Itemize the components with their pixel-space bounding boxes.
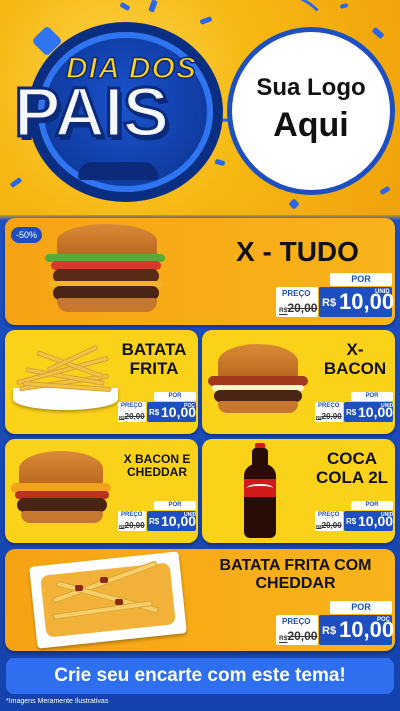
old-price: R$20,00 — [279, 301, 318, 315]
price-tag: POR PREÇO R$20,00 R$ 10,00 POÇ — [276, 601, 394, 647]
confetti — [379, 185, 391, 196]
price-preco: PREÇO — [318, 403, 340, 409]
product-name: COCA COLA 2L — [315, 449, 389, 488]
old-price-box: PREÇO R$20,00 — [118, 511, 146, 531]
price-preco: PREÇO — [282, 617, 311, 626]
new-price-box: R$ 10,00 UNID — [147, 511, 196, 531]
price-unit: UNID — [381, 403, 394, 409]
new-price-box: R$ 10,00 UNID — [344, 402, 393, 422]
old-price-box: PREÇO R$20,00 — [315, 402, 343, 422]
old-price: R$20,00 — [316, 412, 342, 421]
price-por: POR — [154, 501, 196, 510]
discount-badge: -50% — [11, 227, 43, 243]
header-banner: DIA DOS PAIS Sua Logo Aqui — [0, 0, 400, 215]
price-preco: PREÇO — [318, 512, 340, 518]
price-por: POR — [154, 392, 196, 401]
price-unit: POÇ — [377, 617, 391, 623]
confetti — [148, 0, 158, 13]
currency: R$ — [149, 408, 160, 417]
old-price-box: PREÇO R$20,00 — [315, 511, 343, 531]
old-price: R$20,00 — [119, 412, 145, 421]
currency: R$ — [322, 625, 337, 637]
flyer: DIA DOS PAIS Sua Logo Aqui -50% X - TUDO… — [0, 0, 400, 711]
old-price: R$20,00 — [316, 521, 342, 530]
product-card-x-bacon-cheddar: X BACON E CHEDDAR POR PREÇO R$20,00 R$ 10… — [5, 439, 198, 543]
price-tag: POR PREÇO R$20,00 R$ 10,00 POÇ — [118, 392, 196, 424]
new-price-box: R$ 10,00 POÇ — [319, 615, 394, 645]
dia-dos-pais-title: DIA DOS PAIS — [8, 22, 223, 192]
old-price-box: PREÇO R$20,00 — [118, 402, 146, 422]
logo-placeholder: Sua Logo Aqui — [232, 32, 390, 190]
logo-line2: Aqui — [273, 106, 349, 144]
old-price: R$20,00 — [279, 629, 318, 643]
confetti — [119, 1, 131, 12]
new-price-box: R$ 10,00 POÇ — [147, 402, 196, 422]
new-price-box: R$ 10,00 UNID — [319, 287, 394, 317]
price-preco: PREÇO — [282, 289, 311, 298]
new-price-box: R$ 10,00 UNID — [344, 511, 393, 531]
price-unit: UNID — [375, 289, 390, 295]
product-card-x-bacon: X- BACON POR PREÇO R$20,00 R$ 10,00 UNID — [202, 330, 395, 434]
footnote: *Imagens Meramente Ilustrativas — [6, 698, 109, 705]
currency: R$ — [346, 408, 357, 417]
price-unit: UNID — [381, 512, 394, 518]
cta-banner[interactable]: Crie seu encarte com este tema! — [6, 658, 394, 694]
price-tag: POR PREÇO R$20,00 R$ 10,00 UNID — [315, 501, 393, 533]
confetti — [339, 3, 349, 9]
product-name: X - TUDO — [236, 236, 359, 267]
price-por: POR — [330, 601, 392, 614]
price-unit: POÇ — [184, 403, 195, 409]
product-name: X BACON E CHEDDAR — [123, 452, 191, 480]
price-tag: POR PREÇO R$20,00 R$ 10,00 UNID — [118, 501, 196, 533]
price-preco: PREÇO — [121, 512, 143, 518]
product-name: BATATA FRITA — [121, 340, 187, 379]
title-main: PAIS — [12, 73, 170, 151]
price-tag: POR PREÇO R$20,00 R$ 10,00 UNID — [315, 392, 393, 424]
heart-icon — [31, 25, 63, 57]
price-tag: POR PREÇO R$20,00 R$ 10,00 UNID — [276, 273, 394, 319]
old-price-box: PREÇO R$20,00 — [276, 615, 318, 645]
currency: R$ — [346, 517, 357, 526]
price-unit: UNID — [184, 512, 197, 518]
product-card-x-tudo: -50% X - TUDO POR PREÇO R$20,00 R$ 10,00… — [5, 218, 395, 325]
mustache-icon — [78, 162, 158, 180]
price-por: POR — [351, 501, 393, 510]
product-name: BATATA FRITA COM CHEDDAR — [219, 557, 372, 592]
old-price-box: PREÇO R$20,00 — [276, 287, 318, 317]
product-card-coca-cola: COCA COLA 2L POR PREÇO R$20,00 R$ 10,00 U… — [202, 439, 395, 543]
currency: R$ — [322, 297, 337, 309]
product-card-batata-cheddar: BATATA FRITA COM CHEDDAR POR PREÇO R$20,0… — [5, 549, 395, 651]
currency: R$ — [149, 517, 160, 526]
confetti — [288, 198, 300, 210]
product-name: X- BACON — [323, 340, 387, 379]
old-price: R$20,00 — [119, 521, 145, 530]
price-preco: PREÇO — [121, 403, 143, 409]
logo-line1: Sua Logo — [256, 74, 366, 101]
price-por: POR — [330, 273, 392, 286]
product-card-batata-frita: BATATA FRITA POR PREÇO R$20,00 R$ 10,00 P… — [5, 330, 198, 434]
confetti — [371, 26, 385, 40]
price-por: POR — [351, 392, 393, 401]
